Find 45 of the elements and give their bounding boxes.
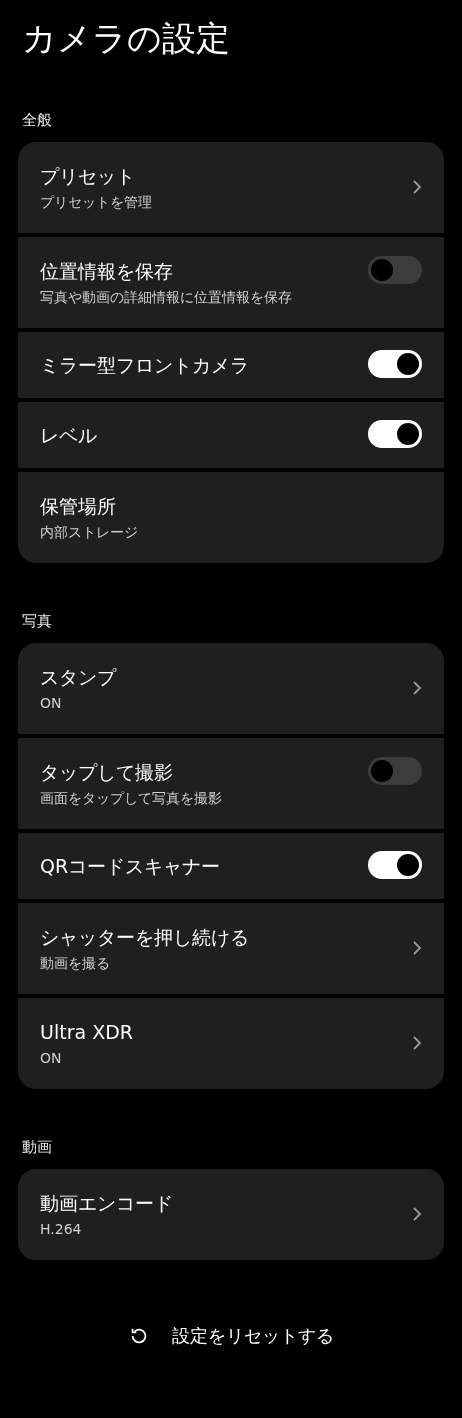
row-title: スタンプ	[40, 665, 118, 690]
settings-row[interactable]: タップして撮影 画面をタップして写真を撮影	[18, 738, 444, 829]
toggle-switch[interactable]	[368, 420, 422, 448]
row-subtitle: H.264	[40, 1220, 83, 1239]
toggle-switch[interactable]	[368, 350, 422, 378]
row-subtitle: プリセットを管理	[40, 193, 153, 212]
settings-row[interactable]: スタンプ ON	[18, 643, 444, 734]
row-subtitle: ON	[40, 694, 63, 713]
row-subtitle: 内部ストレージ	[40, 523, 139, 542]
row-subtitle: 動画を撮る	[40, 954, 111, 973]
settings-row[interactable]: Ultra XDR ON	[18, 998, 444, 1089]
row-subtitle: ON	[40, 1049, 63, 1068]
section-label: 写真	[21, 611, 53, 631]
settings-row[interactable]: レベル	[18, 402, 444, 468]
chevron-icon	[412, 680, 422, 696]
chevron-icon	[412, 1035, 422, 1051]
row-title: シャッターを押し続ける	[40, 925, 250, 950]
chevron-icon	[412, 940, 422, 956]
row-title: Ultra XDR	[40, 1020, 134, 1045]
page-title: カメラの設定	[21, 17, 231, 60]
section-label: 全般	[21, 110, 53, 130]
settings-row[interactable]: シャッターを押し続ける 動画を撮る	[18, 903, 444, 994]
settings-row[interactable]: QRコードスキャナー	[18, 833, 444, 899]
row-title: QRコードスキャナー	[40, 854, 222, 879]
row-title: ミラー型フロントカメラ	[40, 353, 250, 378]
row-title: プリセット	[40, 164, 136, 189]
row-title: 保管場所	[40, 494, 117, 519]
row-title: タップして撮影	[40, 760, 174, 785]
toggle-switch[interactable]	[368, 256, 422, 284]
chevron-icon	[412, 1206, 422, 1222]
chevron-icon	[412, 179, 422, 195]
row-title: 動画エンコード	[40, 1191, 174, 1216]
settings-row[interactable]: プリセット プリセットを管理	[18, 142, 444, 233]
toggle-switch[interactable]	[368, 757, 422, 785]
settings-row[interactable]: ミラー型フロントカメラ	[18, 332, 444, 398]
reset-button[interactable]: 設定をリセットする	[116, 1316, 346, 1356]
settings-row[interactable]: 保管場所 内部ストレージ	[18, 472, 444, 563]
row-title: レベル	[40, 423, 98, 448]
settings-row[interactable]: 位置情報を保存 写真や動画の詳細情報に位置情報を保存	[18, 237, 444, 328]
row-title: 位置情報を保存	[40, 259, 174, 284]
toggle-switch[interactable]	[368, 851, 422, 879]
settings-row[interactable]: 動画エンコード H.264	[18, 1169, 444, 1260]
section-label: 動画	[21, 1137, 53, 1157]
row-subtitle: 写真や動画の詳細情報に位置情報を保存	[40, 288, 293, 307]
row-subtitle: 画面をタップして写真を撮影	[40, 789, 223, 808]
